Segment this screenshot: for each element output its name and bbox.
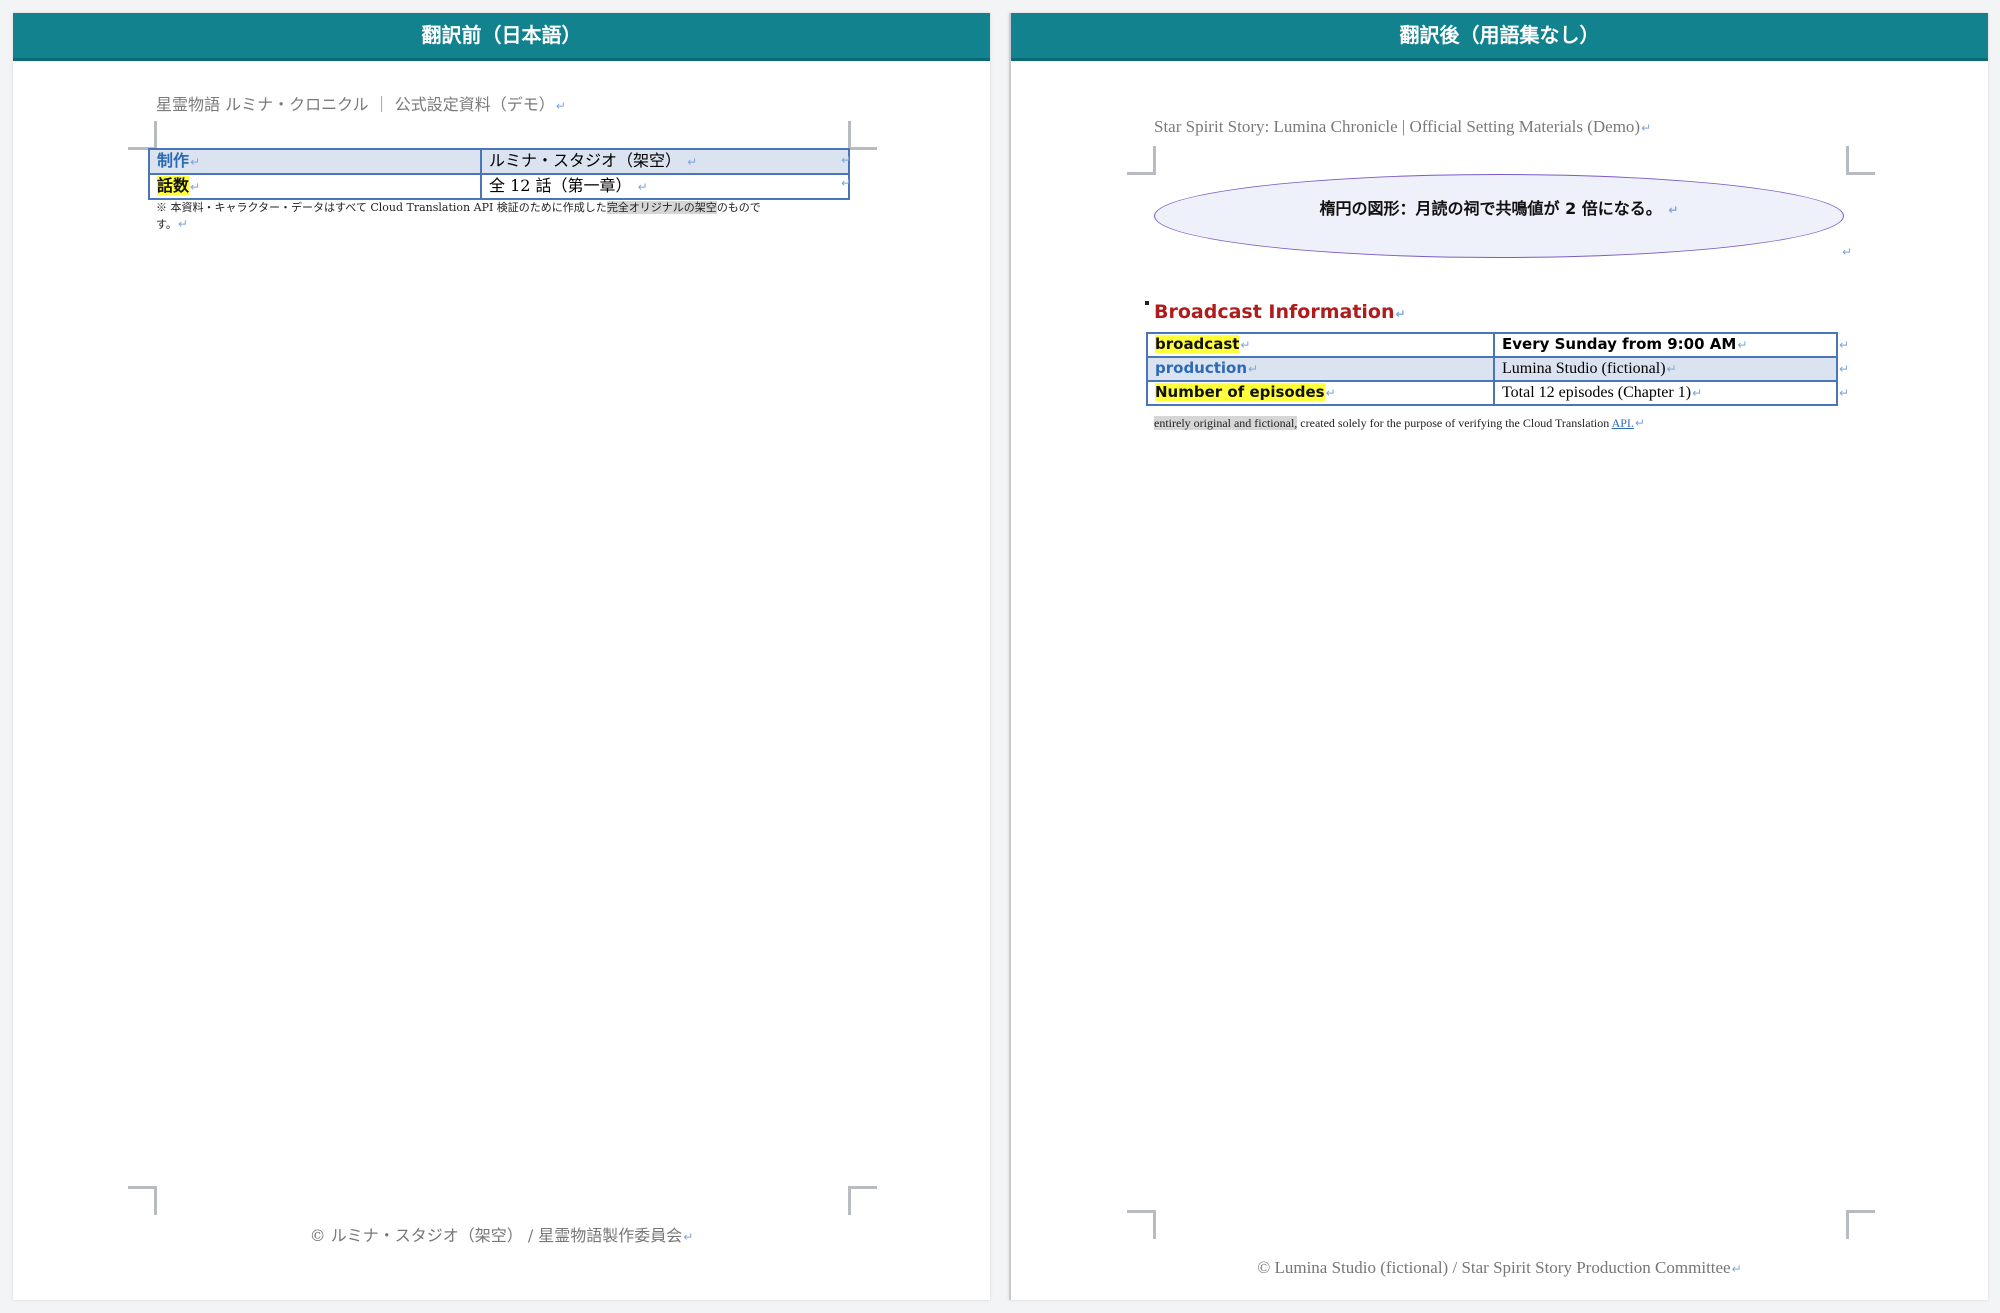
right-panel-header: 翻訳後（用語集なし） bbox=[1011, 13, 1988, 61]
document-header-text: Star Spirit Story: Lumina Chronicle | Of… bbox=[1154, 117, 1641, 136]
note-prefix: ※ 本資料・キャラクター・データはすべて Cloud Translation A… bbox=[156, 201, 607, 214]
table-cell-value: Lumina Studio (fictional)↵ bbox=[1493, 356, 1838, 382]
table-row: Number of episodes↵ Total 12 episodes (C… bbox=[1146, 380, 1838, 406]
return-mark: ↵ bbox=[1641, 121, 1652, 135]
ellipse-shape: 楕円の図形：月読の祠で共鳴値が 2 倍になる。 ↵ bbox=[1154, 174, 1844, 258]
row-end-marks: ↵ ↵ ↵ bbox=[1838, 333, 1849, 405]
ellipse-text: 楕円の図形：月読の祠で共鳴値が 2 倍になる。 bbox=[1319, 199, 1662, 218]
return-mark: ↵ bbox=[190, 180, 201, 194]
return-mark: ↵ bbox=[841, 176, 852, 190]
table-row: broadcast↵ Every Sunday from 9:00 AM↵ bbox=[1146, 332, 1838, 358]
footer-text: © ルミナ・スタジオ（架空） / 星霊物語製作委員会 bbox=[309, 1226, 683, 1245]
section-bullet-mark bbox=[1145, 301, 1149, 305]
note-line-2: す。 bbox=[156, 218, 177, 231]
disclaimer-note: entirely original and fictional, created… bbox=[1154, 415, 1854, 432]
return-mark: ↵ bbox=[1248, 362, 1259, 376]
label-episodes: Number of episodes bbox=[1155, 383, 1325, 401]
crop-mark-top-right bbox=[1846, 146, 1875, 175]
left-document-panel: 翻訳前（日本語） 星霊物語 ルミナ・クロニクル ｜ 公式設定資料（デモ）↵ 制作… bbox=[13, 13, 990, 1300]
value-episodes: 全 12 話（第一章） bbox=[489, 176, 632, 195]
crop-mark-bottom-right bbox=[1846, 1210, 1875, 1239]
section-title: Broadcast Information↵ bbox=[1154, 301, 1406, 323]
table-cell-value: Total 12 episodes (Chapter 1)↵ bbox=[1493, 380, 1838, 406]
return-mark: ↵ bbox=[1737, 338, 1748, 352]
crop-mark-bottom-left bbox=[128, 1186, 157, 1215]
return-mark: ↵ bbox=[637, 180, 648, 194]
value-episodes: Total 12 episodes (Chapter 1) bbox=[1502, 384, 1692, 401]
row-end-marks: ↵ ↵ bbox=[840, 149, 851, 195]
table-row: production↵ Lumina Studio (fictional)↵ bbox=[1146, 356, 1838, 382]
table-cell-value: Every Sunday from 9:00 AM↵ bbox=[1493, 332, 1838, 358]
disclaimer-note: ※ 本資料・キャラクター・データはすべて Cloud Translation A… bbox=[156, 199, 856, 233]
return-mark: ↵ bbox=[1839, 338, 1850, 352]
crop-mark-bottom-left bbox=[1127, 1210, 1156, 1239]
return-mark: ↵ bbox=[1666, 362, 1677, 376]
crop-mark-top-left bbox=[128, 121, 157, 150]
right-document-panel: 翻訳後（用語集なし） Star Spirit Story: Lumina Chr… bbox=[1009, 13, 1988, 1300]
return-mark: ↵ bbox=[1240, 338, 1251, 352]
table-cell-label: production↵ bbox=[1146, 356, 1495, 382]
table-cell-value: 全 12 話（第一章） ↵ bbox=[480, 173, 850, 200]
crop-mark-top-right bbox=[848, 121, 877, 150]
return-mark: ↵ bbox=[1842, 245, 1853, 259]
table-cell-label: 話数↵ bbox=[148, 173, 482, 200]
return-mark: ↵ bbox=[177, 217, 188, 231]
label-episodes: 話数 bbox=[157, 176, 190, 195]
return-mark: ↵ bbox=[841, 153, 852, 167]
return-mark: ↵ bbox=[1325, 386, 1336, 400]
footer-text: © Lumina Studio (fictional) / Star Spiri… bbox=[1257, 1258, 1731, 1277]
value-production: ルミナ・スタジオ（架空） bbox=[489, 151, 682, 170]
table-cell-label: 制作↵ bbox=[148, 148, 482, 175]
note-suffix: のもので bbox=[716, 201, 761, 214]
label-production: production bbox=[1155, 359, 1248, 377]
table-row: 制作↵ ルミナ・スタジオ（架空） ↵ bbox=[148, 148, 850, 175]
section-title-text: Broadcast Information bbox=[1154, 301, 1395, 323]
return-mark: ↵ bbox=[1839, 362, 1850, 376]
return-mark: ↵ bbox=[687, 155, 698, 169]
return-mark: ↵ bbox=[1668, 203, 1679, 217]
label-broadcast: broadcast bbox=[1155, 335, 1240, 353]
document-footer: © Lumina Studio (fictional) / Star Spiri… bbox=[1011, 1258, 1988, 1278]
return-mark: ↵ bbox=[555, 99, 566, 113]
label-production: 制作 bbox=[157, 151, 190, 170]
note-api: API. bbox=[1611, 416, 1634, 430]
document-header: 星霊物語 ルミナ・クロニクル ｜ 公式設定資料（デモ）↵ bbox=[156, 91, 566, 115]
return-mark: ↵ bbox=[1839, 386, 1850, 400]
note-highlight: entirely original and fictional, bbox=[1154, 416, 1298, 430]
table-cell-value: ルミナ・スタジオ（架空） ↵ bbox=[480, 148, 850, 175]
table-cell-label: Number of episodes↵ bbox=[1146, 380, 1495, 406]
left-panel-header: 翻訳前（日本語） bbox=[13, 13, 990, 61]
ellipse-text-wrap: 楕円の図形：月読の祠で共鳴値が 2 倍になる。 ↵ bbox=[1155, 175, 1843, 219]
note-highlight: 完全オリジナルの架空 bbox=[606, 201, 717, 214]
broadcast-info-table: broadcast↵ Every Sunday from 9:00 AM↵ pr… bbox=[1146, 332, 1838, 406]
return-mark: ↵ bbox=[190, 155, 201, 169]
table-cell-label: broadcast↵ bbox=[1146, 332, 1495, 358]
document-footer: © ルミナ・スタジオ（架空） / 星霊物語製作委員会↵ bbox=[13, 1222, 990, 1246]
value-broadcast: Every Sunday from 9:00 AM bbox=[1502, 335, 1737, 353]
return-mark: ↵ bbox=[1731, 1262, 1742, 1276]
info-table: 制作↵ ルミナ・スタジオ（架空） ↵ 話数↵ 全 12 話（第一章） ↵ bbox=[148, 148, 850, 200]
crop-mark-bottom-right bbox=[848, 1186, 877, 1215]
return-mark: ↵ bbox=[1395, 307, 1406, 321]
crop-mark-top-left bbox=[1127, 146, 1156, 175]
document-header: Star Spirit Story: Lumina Chronicle | Of… bbox=[1154, 117, 1651, 137]
table-row: 話数↵ 全 12 話（第一章） ↵ bbox=[148, 173, 850, 200]
value-production: Lumina Studio (fictional) bbox=[1502, 360, 1666, 377]
document-header-text: 星霊物語 ルミナ・クロニクル ｜ 公式設定資料（デモ） bbox=[156, 95, 555, 114]
return-mark: ↵ bbox=[1634, 416, 1645, 430]
note-rest: created solely for the purpose of verify… bbox=[1297, 416, 1612, 430]
return-mark: ↵ bbox=[1692, 386, 1703, 400]
return-mark: ↵ bbox=[683, 1230, 694, 1244]
